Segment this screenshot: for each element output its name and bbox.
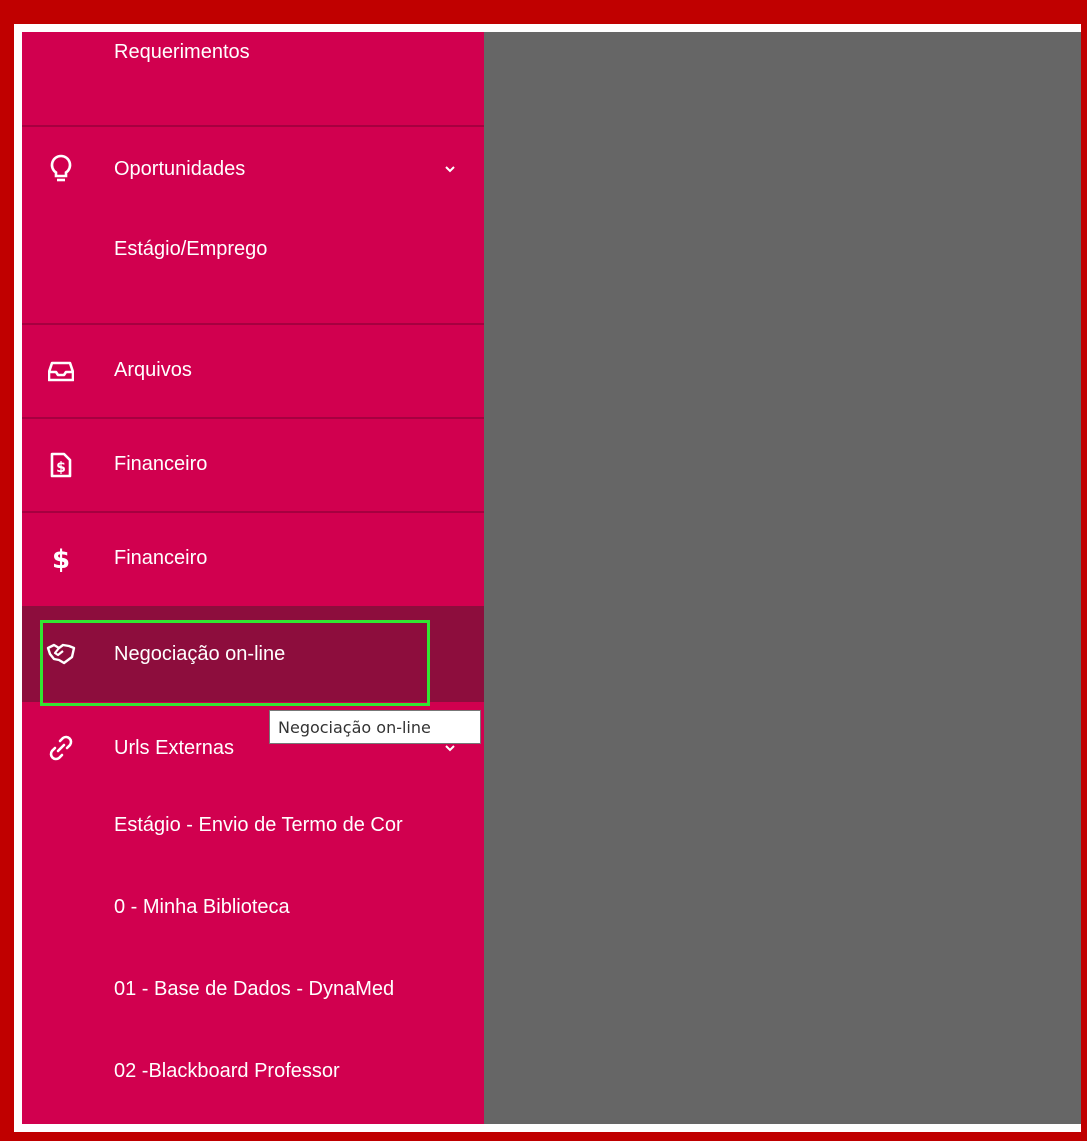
lightbulb-icon [46, 154, 76, 184]
sidebar-subitem-label: 01 - Base de Dados - DynaMed [114, 977, 395, 1000]
sidebar-item-label: Arquivos [114, 359, 192, 381]
sidebar-item-label: Urls Externas [114, 736, 235, 759]
sidebar-subitem-dynamed[interactable]: 01 - Base de Dados - DynaMed [22, 948, 484, 1030]
highlight-box [40, 620, 430, 706]
sidebar-subitem-estagio-envio[interactable]: Estágio - Envio de Termo de Cor [22, 784, 484, 866]
sidebar-subitem-label: 0 - Minha Biblioteca [114, 895, 290, 918]
sidebar-item-label: Financeiro [114, 453, 208, 475]
content-overlay[interactable] [484, 32, 1081, 1124]
sidebar-item-requerimentos[interactable]: Requerimentos [22, 32, 484, 92]
sidebar-item-label: Financeiro [114, 547, 208, 569]
sidebar-item-label: Oportunidades [114, 157, 246, 180]
inbox-icon [46, 356, 76, 386]
chevron-down-icon[interactable] [440, 159, 460, 179]
sidebar-subitem-minha-biblioteca[interactable]: 0 - Minha Biblioteca [22, 866, 484, 948]
sidebar-item-financeiro-2[interactable]: $ Financeiro [22, 513, 484, 604]
sidebar-subitem-estagio-emprego[interactable]: Estágio/Emprego [22, 208, 484, 290]
sidebar-item-oportunidades[interactable]: Oportunidades [22, 128, 484, 210]
invoice-dollar-icon: $ [46, 450, 76, 480]
svg-text:$: $ [56, 460, 66, 476]
screenshot-frame: Requerimentos Oportunidades Estágio/Empr… [0, 0, 1087, 1141]
sidebar-subitem-label: Estágio - Envio de Termo de Cor [114, 813, 403, 836]
sidebar-item-financeiro[interactable]: $ Financeiro [22, 419, 484, 510]
svg-text:$: $ [52, 545, 70, 574]
sidebar-item-arquivos[interactable]: Arquivos [22, 325, 484, 416]
link-icon [46, 733, 76, 763]
app-viewport: Requerimentos Oportunidades Estágio/Empr… [14, 24, 1081, 1132]
sidebar-subitem-label: 02 -Blackboard Professor [114, 1059, 340, 1082]
sidebar-subitem-blackboard[interactable]: 02 -Blackboard Professor [22, 1030, 484, 1112]
dollar-icon: $ [46, 544, 76, 574]
sidebar-subitem-label: Estágio/Emprego [114, 237, 268, 260]
sidebar-item-label: Requerimentos [114, 40, 250, 63]
tooltip: Negociação on-line [269, 710, 481, 744]
sidebar: Requerimentos Oportunidades Estágio/Empr… [22, 32, 484, 1124]
divider [22, 125, 484, 127]
